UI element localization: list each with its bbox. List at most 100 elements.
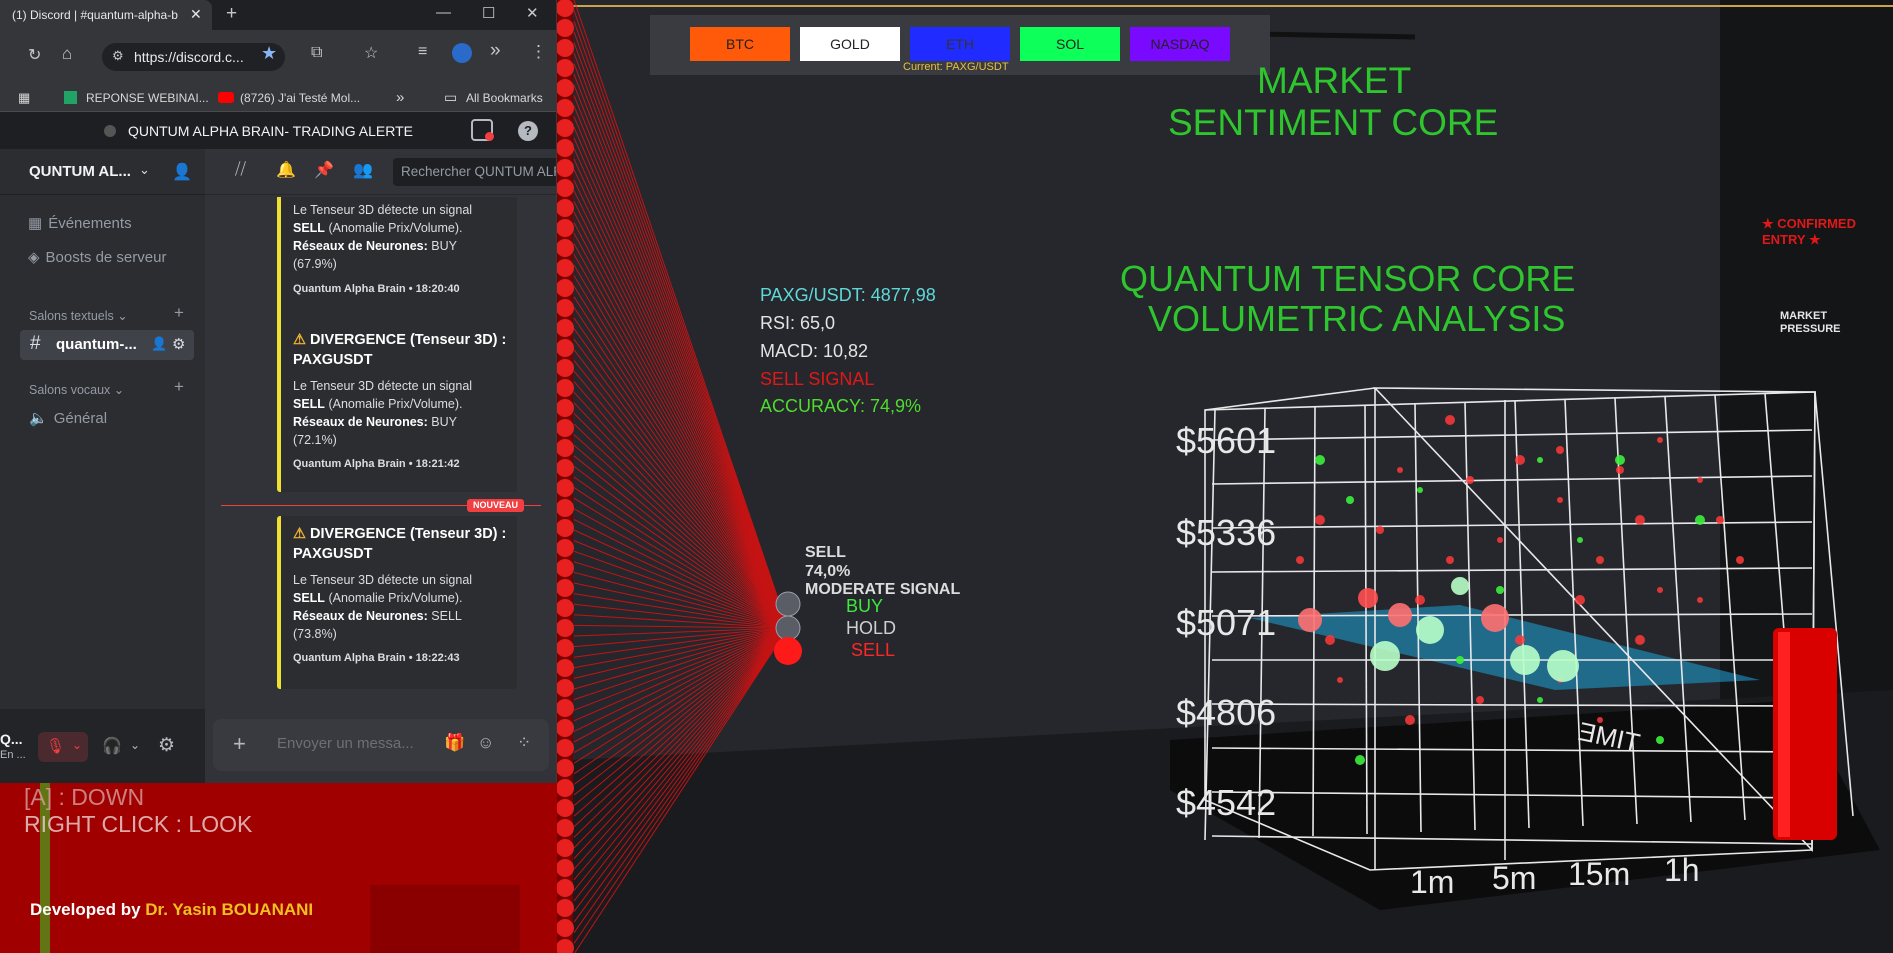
alert-signal-line: SELL (Anomalie Prix/Volume). (293, 395, 507, 413)
alert-signal-note: (Anomalie Prix/Volume). (328, 221, 463, 236)
market-pressure-line2: PRESSURE (1780, 323, 1841, 335)
extensions-icon[interactable]: ⧉ (311, 44, 322, 62)
alert-signal-note: (Anomalie Prix/Volume). (328, 396, 463, 411)
url-bar[interactable]: ⚙ https://discord.c... (102, 43, 285, 71)
attach-plus-icon[interactable]: + (233, 731, 246, 757)
bookmark-1[interactable]: REPONSE WEBINAI... (86, 91, 209, 105)
alert-message: ⚠ DIVERGENCE (Tenseur 3D) : PAXGUSDT Le … (277, 516, 517, 689)
message-composer[interactable]: + Envoyer un messa... 🎁 ☺ ⁘ (213, 719, 549, 771)
tensor-title-line2: VOLUMETRIC ANALYSIS (1148, 298, 1566, 339)
apps-grid-icon[interactable]: ▦ (18, 90, 30, 106)
asset-button-btc[interactable]: BTC (690, 27, 790, 61)
server-name: QUNTUM AL... (29, 163, 131, 180)
bookmark-2[interactable]: (8726) J'ai Testé Mol... (240, 91, 360, 105)
bell-icon[interactable]: 🔔 (276, 160, 296, 180)
more-bookmarks-icon[interactable]: » (396, 89, 404, 106)
chevron-down-icon: ⌄ (139, 162, 150, 177)
hashtag-icon: # (30, 333, 41, 354)
credits: Developed by Dr. Yasin BOUANANI (30, 900, 313, 920)
asset-button-gold[interactable]: GOLD (800, 27, 900, 61)
channel-main: ⧸⧸ 🔔 📌 👥 Rechercher QUNTUM ALP Le Tenseu… (205, 149, 556, 783)
close-tab-icon[interactable]: ✕ (190, 6, 202, 23)
search-input[interactable]: Rechercher QUNTUM ALP (393, 158, 556, 186)
add-voice-channel-icon[interactable]: + (174, 377, 184, 397)
maximize-icon[interactable]: ☐ (482, 4, 495, 22)
alert-footer: Quantum Alpha Brain • 18:20:40 (293, 282, 460, 295)
neural-buy: BUY (846, 596, 884, 616)
pin-icon[interactable]: 📌 (314, 160, 334, 180)
settings-gear-icon[interactable]: ⚙ (158, 734, 175, 757)
home-icon[interactable]: ⌂ (62, 44, 72, 64)
price-label: $5071 (1176, 602, 1277, 643)
favorites-icon[interactable]: ☆ (364, 43, 378, 63)
voice-channels-header[interactable]: Salons vocaux ⌄ (29, 382, 124, 397)
invite-icon[interactable]: 👤 (151, 336, 167, 352)
gift-icon[interactable]: 🎁 (444, 733, 465, 753)
chevron-down-icon[interactable]: ⌄ (130, 738, 140, 752)
time-label: 1h (1664, 852, 1700, 888)
voice-channels-label: Salons vocaux (29, 383, 111, 397)
app-stage: BTC GOLD ETH SOL NASDAQ Current: PAXG/US… (0, 0, 1893, 953)
neural-sell: SELL (851, 640, 896, 660)
server-header[interactable]: QUNTUM AL... ⌄ 👤 (0, 149, 205, 195)
alert-title-text: DIVERGENCE (Tenseur 3D) : PAXGUSDT (293, 332, 507, 369)
browser-tab[interactable]: (1) Discord | #quantum-alpha-b ✕ (0, 0, 212, 30)
browser-tab-bar: (1) Discord | #quantum-alpha-b ✕ + — ☐ ✕ (0, 0, 556, 30)
add-text-channel-icon[interactable]: + (174, 303, 184, 323)
channel-toolbar: ⧸⧸ 🔔 📌 👥 Rechercher QUNTUM ALP (205, 149, 556, 195)
voice-channel-general[interactable]: 🔈 Général (29, 409, 107, 427)
alert-nn-label: Réseaux de Neurones: (293, 414, 428, 429)
apps-icon[interactable]: ⁘ (517, 733, 531, 753)
price-label: $5336 (1176, 512, 1277, 553)
asset-button-eth[interactable]: ETH (910, 27, 1010, 61)
add-member-icon[interactable]: 👤 (172, 162, 192, 182)
events-item[interactable]: ▦ Événements (28, 214, 132, 232)
asset-button-sol[interactable]: SOL (1020, 27, 1120, 61)
price-label: $5601 (1176, 420, 1277, 461)
boosts-item[interactable]: ◈ Boosts de serveur (28, 248, 166, 266)
tensor-title-line1: QUANTUM TENSOR CORE (1120, 258, 1576, 299)
bookmark-icon (64, 91, 77, 104)
more-tools-icon[interactable]: » (490, 40, 501, 62)
text-channels-header[interactable]: Salons textuels ⌄ (29, 308, 128, 323)
asset-button-nasdaq[interactable]: NASDAQ (1130, 27, 1230, 61)
folder-icon: ▭ (444, 89, 458, 105)
chevron-down-icon: ⌄ (72, 738, 83, 752)
sticker-icon[interactable]: ☺ (477, 733, 494, 753)
channel-quantum[interactable]: # quantum-... 👤 ⚙ (20, 330, 194, 360)
close-window-icon[interactable]: ✕ (526, 4, 539, 22)
all-bookmarks[interactable]: All Bookmarks (466, 91, 543, 105)
boost-icon: ◈ (28, 249, 40, 266)
alert-signal: SELL (293, 396, 325, 411)
price-label: $4806 (1176, 692, 1277, 733)
new-tab-icon[interactable]: + (226, 3, 237, 25)
channel-settings-icon[interactable]: ⚙ (172, 335, 185, 353)
text-channels-label: Salons textuels (29, 309, 114, 323)
help-icon[interactable]: ? (518, 121, 538, 141)
members-icon[interactable]: 👥 (353, 160, 373, 180)
bookmark-star-icon[interactable]: ★ (261, 43, 277, 64)
menu-icon[interactable]: ⋮ (530, 42, 547, 62)
alert-nn-line: Réseaux de Neurones: SELL (293, 607, 507, 625)
alert-body: Le Tenseur 3D détecte un signal (293, 378, 473, 393)
credits-prefix: Developed by (30, 900, 141, 919)
hud-signal: SELL SIGNAL (760, 369, 875, 389)
site-info-icon[interactable]: ⚙ (112, 48, 124, 64)
url-text: https://discord.c... (134, 49, 244, 65)
profile-icon[interactable] (452, 43, 472, 63)
threads-icon[interactable]: ⧸⧸ (235, 161, 246, 179)
message-input[interactable]: Envoyer un messa... (277, 735, 414, 752)
time-label: 5m (1492, 860, 1537, 896)
mute-button[interactable]: 🎙 ⌄ (38, 732, 88, 762)
user-name[interactable]: Q... (0, 731, 23, 747)
headset-icon[interactable]: 🎧 (102, 736, 122, 756)
boosts-label: Boosts de serveur (45, 249, 167, 266)
alert-body: Le Tenseur 3D détecte un signal (293, 203, 473, 217)
minimize-icon[interactable]: — (436, 4, 451, 21)
browser-toolbar: ↻ ⌂ ⚙ https://discord.c... ★ ⧉ ☆ ≡ » ⋮ (0, 30, 556, 84)
neural-hold: HOLD (846, 618, 897, 638)
reload-icon[interactable]: ↻ (28, 45, 41, 65)
muted-mic-icon: 🎙 (46, 738, 66, 755)
discord-title-bar: QUNTUM ALPHA BRAIN- TRADING ALERTE ? (0, 113, 556, 149)
reading-list-icon[interactable]: ≡ (418, 43, 427, 61)
